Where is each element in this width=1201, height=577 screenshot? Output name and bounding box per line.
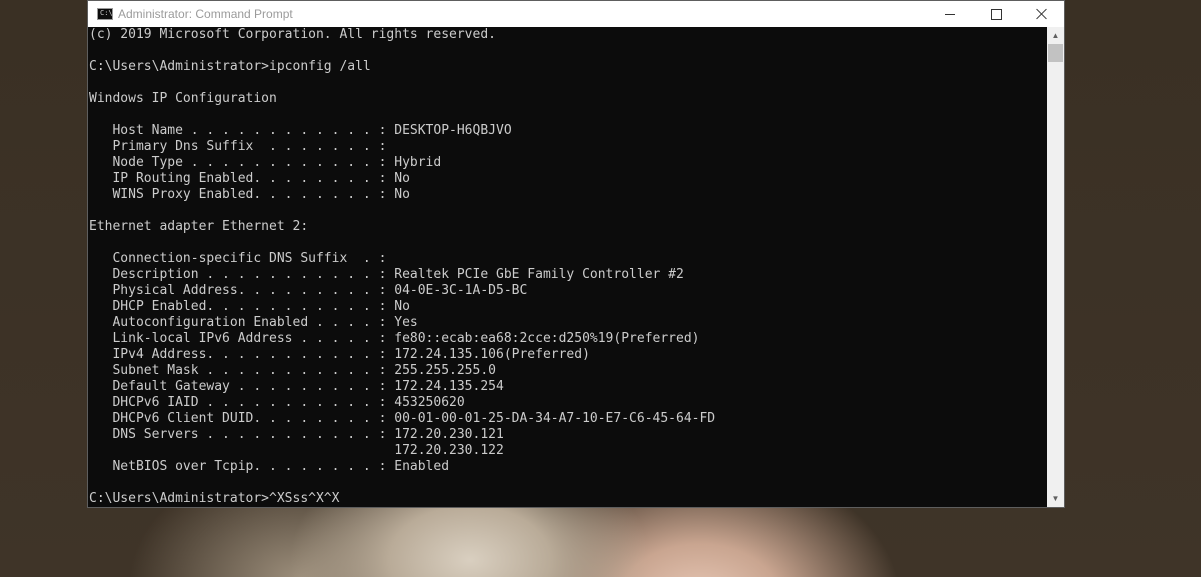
close-icon bbox=[1036, 8, 1048, 20]
scroll-down-arrow-icon[interactable]: ▼ bbox=[1047, 490, 1064, 507]
console-line: Default Gateway . . . . . . . . . : 172.… bbox=[89, 379, 504, 394]
console-line: Node Type . . . . . . . . . . . . : Hybr… bbox=[89, 155, 442, 170]
console-line: Windows IP Configuration bbox=[89, 91, 277, 106]
console-line: DNS Servers . . . . . . . . . . . : 172.… bbox=[89, 427, 504, 442]
console-line: Description . . . . . . . . . . . : Real… bbox=[89, 267, 684, 282]
console-line: IP Routing Enabled. . . . . . . . : No bbox=[89, 171, 410, 186]
console-line: WINS Proxy Enabled. . . . . . . . : No bbox=[89, 187, 410, 202]
console-line: DHCPv6 Client DUID. . . . . . . . : 00-0… bbox=[89, 411, 716, 426]
command-prompt-window[interactable]: C:\ Administrator: Command Prompt (c) 20… bbox=[87, 0, 1065, 508]
console-line: 172.20.230.122 bbox=[89, 443, 504, 458]
window-title: Administrator: Command Prompt bbox=[118, 7, 293, 21]
console-line: Primary Dns Suffix . . . . . . . : bbox=[89, 139, 387, 154]
console-line: IPv4 Address. . . . . . . . . . . : 172.… bbox=[89, 347, 590, 362]
console-line: C:\Users\Administrator>^XSss^X^X bbox=[89, 491, 340, 506]
maximize-icon bbox=[990, 8, 1002, 20]
console-line: NetBIOS over Tcpip. . . . . . . . : Enab… bbox=[89, 459, 450, 474]
minimize-icon bbox=[945, 13, 955, 15]
console-line: DHCP Enabled. . . . . . . . . . . : No bbox=[89, 299, 410, 314]
minimize-button[interactable] bbox=[927, 1, 973, 27]
console-line: DHCPv6 IAID . . . . . . . . . . . : 4532… bbox=[89, 395, 465, 410]
console-line: Link-local IPv6 Address . . . . . : fe80… bbox=[89, 331, 700, 346]
console-line: (c) 2019 Microsoft Corporation. All righ… bbox=[89, 27, 496, 42]
close-button[interactable] bbox=[1019, 1, 1065, 27]
scrollbar-thumb[interactable] bbox=[1048, 44, 1063, 62]
vertical-scrollbar[interactable]: ▲ ▼ bbox=[1047, 27, 1064, 507]
console-line: Host Name . . . . . . . . . . . . : DESK… bbox=[89, 123, 512, 138]
console-line: Connection-specific DNS Suffix . : bbox=[89, 251, 387, 266]
console-line: C:\Users\Administrator>ipconfig /all bbox=[89, 59, 371, 74]
console-line: Physical Address. . . . . . . . . : 04-0… bbox=[89, 283, 528, 298]
scroll-up-arrow-icon[interactable]: ▲ bbox=[1047, 27, 1064, 44]
console-output[interactable]: (c) 2019 Microsoft Corporation. All righ… bbox=[88, 27, 1047, 507]
console-line: Autoconfiguration Enabled . . . . : Yes bbox=[89, 315, 418, 330]
console-line: Subnet Mask . . . . . . . . . . . : 255.… bbox=[89, 363, 496, 378]
console-line: Ethernet adapter Ethernet 2: bbox=[89, 219, 309, 234]
title-bar[interactable]: C:\ Administrator: Command Prompt bbox=[88, 1, 1064, 27]
command-prompt-icon[interactable]: C:\ bbox=[97, 8, 113, 20]
icon-glyph: C:\ bbox=[100, 9, 113, 17]
maximize-button[interactable] bbox=[973, 1, 1019, 27]
